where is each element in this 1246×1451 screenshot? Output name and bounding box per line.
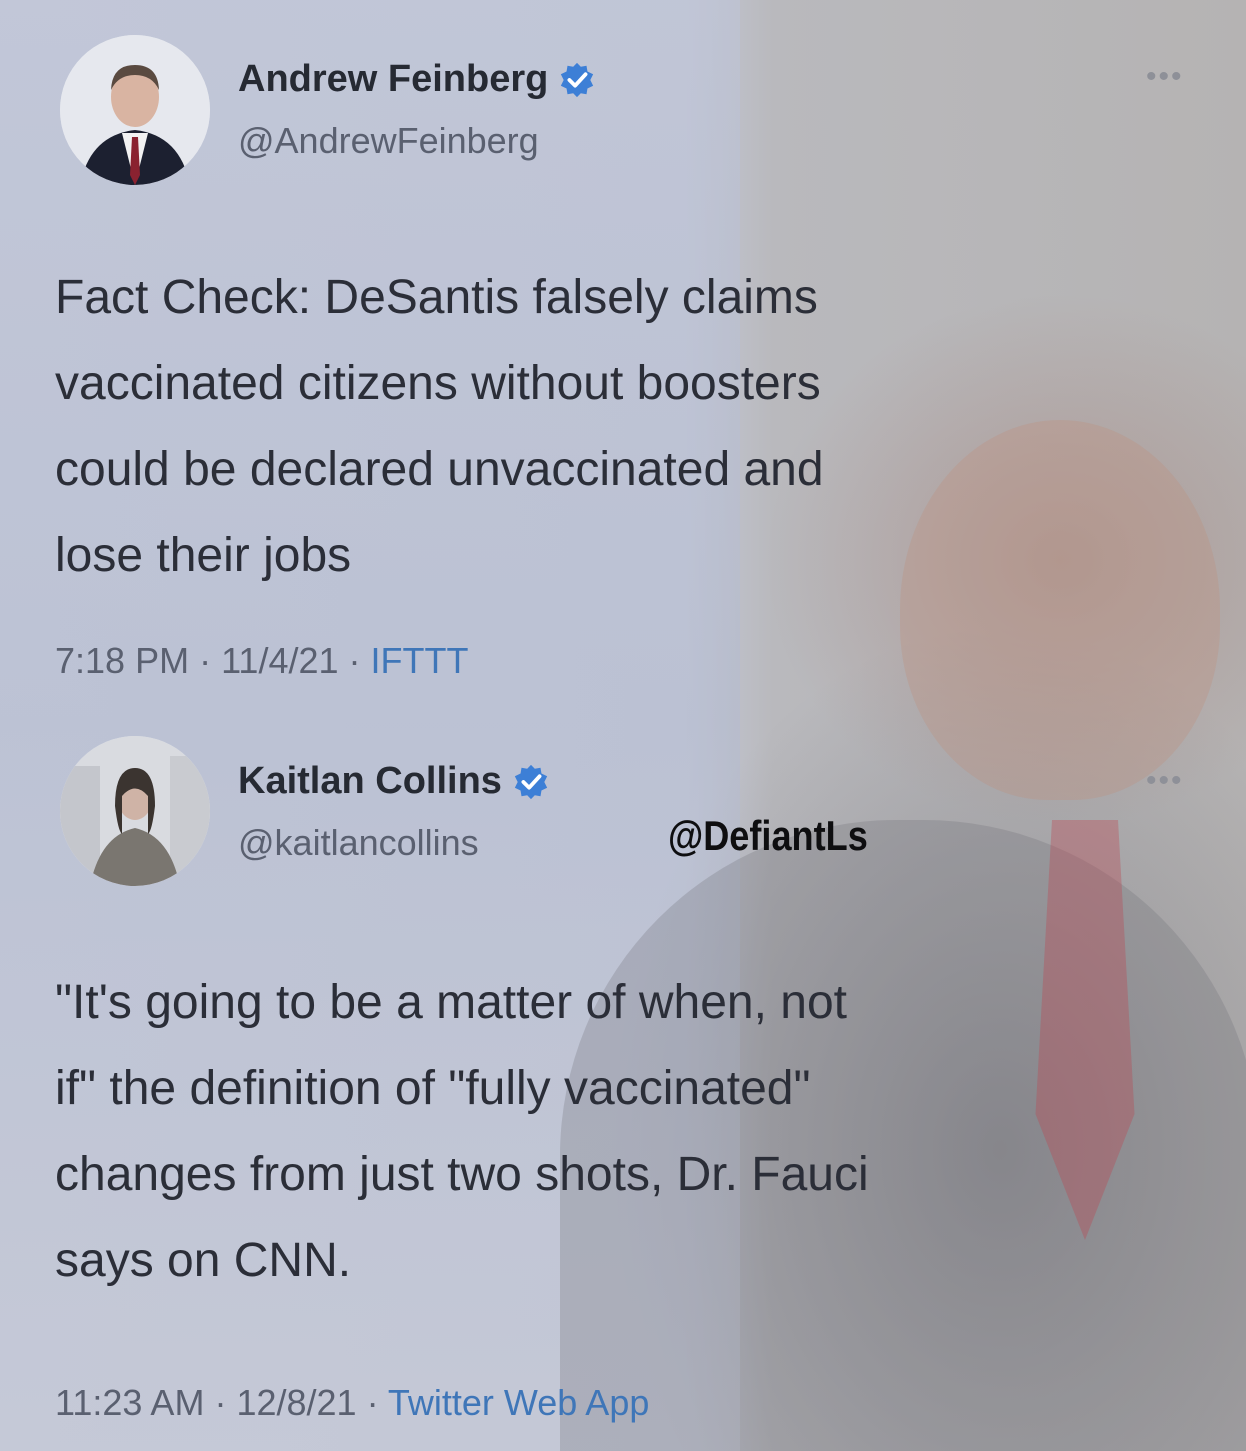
tweet-source[interactable]: Twitter Web App <box>388 1382 649 1423</box>
author-handle[interactable]: @kaitlancollins <box>238 822 479 864</box>
author-handle[interactable]: @AndrewFeinberg <box>238 120 539 162</box>
tweet-date[interactable]: 12/8/21 <box>236 1382 356 1423</box>
more-options-icon[interactable]: ••• <box>1146 764 1184 798</box>
author-name-text[interactable]: Kaitlan Collins <box>238 760 502 803</box>
tweet-meta: 7:18 PM · 11/4/21 · IFTTT <box>55 640 469 682</box>
tweet-text: "It's going to be a matter of when, not … <box>55 976 869 1287</box>
meta-separator: · <box>204 1382 237 1423</box>
meta-separator: · <box>338 640 371 681</box>
tweet-date[interactable]: 11/4/21 <box>221 640 338 681</box>
verified-badge-icon <box>514 764 548 799</box>
meta-separator: · <box>356 1382 388 1423</box>
tweet-time[interactable]: 7:18 PM <box>55 640 189 681</box>
avatar[interactable] <box>60 35 210 185</box>
watermark: @DefiantLs <box>668 812 868 859</box>
tweet-meta: 11:23 AM · 12/8/21 · Twitter Web App <box>55 1382 649 1424</box>
author-name[interactable]: Andrew Feinberg <box>238 58 596 101</box>
meta-separator: · <box>189 640 222 681</box>
verified-badge-icon <box>561 62 594 97</box>
author-name-text[interactable]: Andrew Feinberg <box>238 58 548 101</box>
tweet-source[interactable]: IFTTT <box>371 640 469 681</box>
avatar[interactable] <box>60 736 210 886</box>
author-name[interactable]: Kaitlan Collins <box>238 760 550 803</box>
tweet-text: Fact Check: DeSantis falsely claims vacc… <box>55 271 824 582</box>
tweet-time[interactable]: 11:23 AM <box>55 1382 204 1423</box>
more-options-icon[interactable]: ••• <box>1146 60 1184 94</box>
